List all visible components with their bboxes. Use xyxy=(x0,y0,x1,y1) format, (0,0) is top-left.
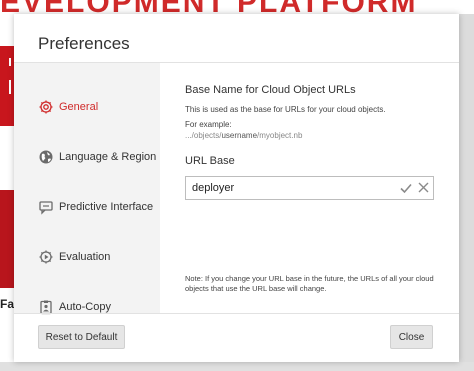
sidebar-item-label: Evaluation xyxy=(59,251,111,263)
sidebar-item-auto-copy[interactable]: Auto-Copy xyxy=(14,290,160,324)
sidebar-item-label: Auto-Copy xyxy=(59,301,111,313)
example-prefix: .../objects/ xyxy=(185,131,222,140)
background-red-image xyxy=(0,190,14,288)
sidebar-item-label: General xyxy=(59,101,99,113)
example-suffix: /myobject.nb xyxy=(257,131,303,140)
example-username: username xyxy=(221,131,258,140)
preferences-sidebar: General Language & Region Predictive Int… xyxy=(14,63,160,315)
background-text-fragment: Fa xyxy=(0,297,14,311)
dialog-title: Preferences xyxy=(38,34,130,53)
example-url-path: .../objects/username/myobject.nb xyxy=(185,131,302,140)
background-header: EVELOPMENT PLATFORM xyxy=(0,0,474,14)
sidebar-item-language-region[interactable]: Language & Region xyxy=(14,140,160,174)
sidebar-item-predictive-interface[interactable]: Predictive Interface xyxy=(14,190,160,224)
reset-to-default-button[interactable]: Reset to Default xyxy=(38,325,125,349)
background-bottom-strip xyxy=(0,362,474,371)
footer-divider xyxy=(14,313,459,314)
gear-icon xyxy=(39,100,53,114)
url-base-field xyxy=(185,176,434,200)
example-label: For example: xyxy=(185,120,232,129)
sidebar-item-label: Language & Region xyxy=(59,151,157,163)
url-base-section-heading: Base Name for Cloud Object URLs xyxy=(185,84,356,96)
url-base-input[interactable] xyxy=(192,181,382,195)
close-button[interactable]: Close xyxy=(390,325,433,349)
url-base-change-note: Note: If you change your URL base in the… xyxy=(185,274,434,293)
url-base-description: This is used as the base for URLs for yo… xyxy=(185,105,386,114)
background-banner-text: EVELOPMENT PLATFORM xyxy=(0,0,474,14)
url-base-label: URL Base xyxy=(185,155,235,167)
background-right-panel xyxy=(459,14,474,371)
clear-icon[interactable] xyxy=(418,182,429,193)
chat-icon xyxy=(39,201,53,215)
globe-icon xyxy=(39,150,53,164)
checkmark-icon[interactable] xyxy=(400,182,412,194)
sidebar-item-general[interactable]: General xyxy=(14,90,160,124)
background-red-tile xyxy=(0,46,14,126)
sidebar-item-label: Predictive Interface xyxy=(59,201,154,213)
preferences-dialog: Preferences General Language & Region Pr… xyxy=(14,14,459,362)
evaluation-gear-icon xyxy=(39,250,53,264)
sidebar-item-evaluation[interactable]: Evaluation xyxy=(14,240,160,274)
